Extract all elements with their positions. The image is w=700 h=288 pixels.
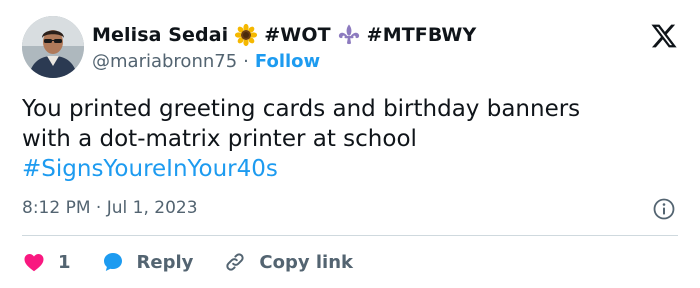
action-bar: 1 Reply Copy link (22, 246, 353, 278)
timestamp[interactable]: 8:12 PM · Jul 1, 2023 (22, 198, 198, 218)
author-hashtag-wot: #WOT (264, 24, 331, 46)
fleur-de-lis-emoji-icon (337, 23, 361, 47)
tweet-text: You printed greeting cards and birthday … (22, 94, 672, 184)
tweet-text-line-1: You printed greeting cards and birthday … (22, 96, 581, 122)
tweet-text-line-2: with a dot-matrix printer at school (22, 126, 417, 152)
heart-icon (24, 254, 44, 272)
reply-button[interactable]: Reply (101, 250, 194, 274)
separator-dot: · (243, 50, 249, 72)
copy-link-label: Copy link (259, 251, 353, 273)
divider (22, 235, 678, 236)
like-button[interactable]: 1 (22, 250, 71, 274)
author-name: Melisa Sedai (92, 24, 229, 46)
hashtag-link[interactable]: #SignsYoureInYour40s (22, 154, 672, 184)
tweet-card: Melisa Sedai #WOT #MTFBWY @mariabronn75 … (0, 0, 700, 288)
x-logo-icon[interactable] (650, 22, 678, 50)
author-handle[interactable]: @mariabronn75 (92, 51, 237, 72)
speech-bubble-icon (103, 253, 122, 271)
reply-label: Reply (136, 251, 194, 273)
author-name-row[interactable]: Melisa Sedai #WOT #MTFBWY (92, 22, 476, 48)
avatar[interactable] (22, 16, 84, 78)
like-count: 1 (58, 251, 71, 273)
author-handle-row: @mariabronn75 · Follow (92, 50, 320, 72)
sunflower-emoji-icon (234, 23, 258, 47)
info-icon[interactable] (652, 197, 676, 221)
follow-button[interactable]: Follow (255, 51, 320, 72)
copy-link-button[interactable]: Copy link (223, 250, 353, 274)
avatar-photo (22, 16, 84, 78)
link-icon (226, 253, 245, 271)
author-hashtag-mtfbwy: #MTFBWY (366, 24, 477, 46)
